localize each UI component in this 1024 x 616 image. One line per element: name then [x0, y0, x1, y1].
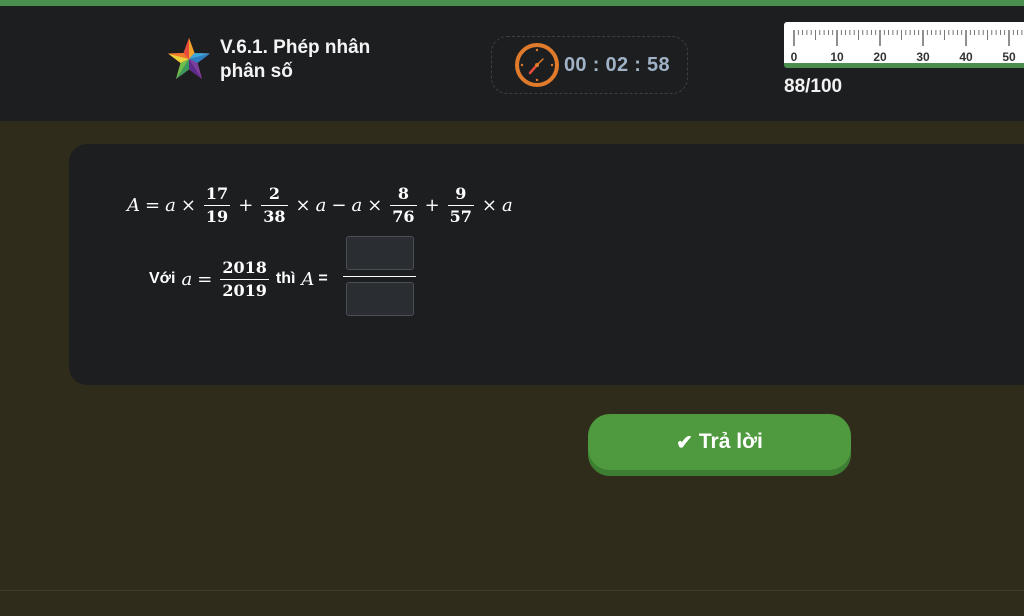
ruler-label: 20 — [873, 50, 887, 64]
times-sign: × — [481, 194, 498, 216]
ruler-scale: 0 10 20 30 40 50 — [791, 30, 1023, 64]
header-bar: V.6.1. Phép nhân phân số 00 : 02 : 58 0 1… — [0, 6, 1024, 121]
lesson-title: V.6.1. Phép nhân phân số — [220, 37, 371, 82]
plus-sign: + — [424, 194, 440, 216]
equals-sign: = — [197, 268, 213, 290]
equation-line: A = a × 17 19 + 2 38 × a − a × 8 76 + 9 … — [127, 180, 513, 230]
minus-sign: − — [331, 194, 347, 216]
fraction-3: 8 76 — [390, 183, 417, 227]
variable-A: A — [301, 268, 315, 290]
then-text: thì — [275, 270, 296, 287]
timer-text: 00 : 02 : 58 — [564, 53, 670, 76]
fraction-denominator: 19 — [205, 206, 229, 226]
fraction-denominator: 57 — [449, 206, 472, 226]
fraction-denominator: 76 — [392, 206, 415, 226]
given-line: Với a = 2018 2019 thì A = — [149, 252, 328, 306]
times-sign: × — [295, 194, 311, 216]
ruler-label: 30 — [916, 50, 930, 64]
fraction-denominator: 2019 — [222, 280, 267, 300]
fraction-bar — [203, 204, 231, 206]
fraction-numerator: 9 — [455, 183, 467, 203]
ruler-label: 0 — [791, 50, 798, 64]
fraction-bar — [447, 204, 474, 206]
variable-a: a — [165, 194, 176, 216]
footer-divider — [0, 590, 1024, 591]
answer-fraction — [343, 236, 416, 318]
given-fraction: 2018 2019 — [220, 258, 269, 301]
plus-sign: + — [238, 194, 254, 216]
fraction-bar — [261, 204, 288, 206]
fraction-bar — [220, 278, 269, 280]
times-sign: × — [180, 194, 196, 216]
fraction-1: 17 19 — [203, 183, 231, 227]
numerator-input[interactable] — [345, 236, 414, 270]
answer-equals: = — [318, 270, 328, 287]
denominator-input[interactable] — [345, 282, 414, 316]
variable-a: a — [502, 194, 513, 216]
variable-A: A — [127, 194, 140, 216]
equals-sign: = — [145, 194, 161, 216]
ruler-label: 40 — [959, 50, 973, 64]
variable-a: a — [351, 194, 363, 216]
ruler-label: 50 — [1002, 50, 1016, 64]
fraction-bar — [343, 276, 416, 277]
fraction-bar — [390, 204, 417, 206]
score-text: 88/100 — [784, 76, 843, 97]
submit-label: Trả lời — [698, 430, 763, 453]
fraction-2: 2 38 — [261, 183, 288, 227]
times-sign: × — [367, 194, 383, 216]
submit-answer-button[interactable]: ✔ Trả lời — [588, 414, 851, 476]
fraction-numerator: 17 — [205, 183, 229, 203]
check-icon: ✔ — [676, 431, 693, 454]
fraction-denominator: 38 — [263, 206, 286, 226]
variable-a: a — [315, 194, 327, 216]
fraction-numerator: 2 — [268, 183, 280, 203]
fraction-4: 9 57 — [447, 183, 474, 227]
fraction-numerator: 2018 — [222, 257, 267, 277]
variable-a: a — [181, 268, 193, 290]
fraction-numerator: 8 — [397, 183, 409, 203]
star-icon — [168, 38, 210, 79]
ruler-label: 10 — [830, 50, 844, 64]
clock-icon — [515, 43, 559, 87]
given-prefix: Với — [149, 270, 176, 287]
lesson-info: V.6.1. Phép nhân phân số — [166, 36, 395, 84]
progress-ruler: 0 10 20 30 40 50 — [784, 22, 1024, 68]
timer-box: 00 : 02 : 58 — [491, 36, 688, 94]
